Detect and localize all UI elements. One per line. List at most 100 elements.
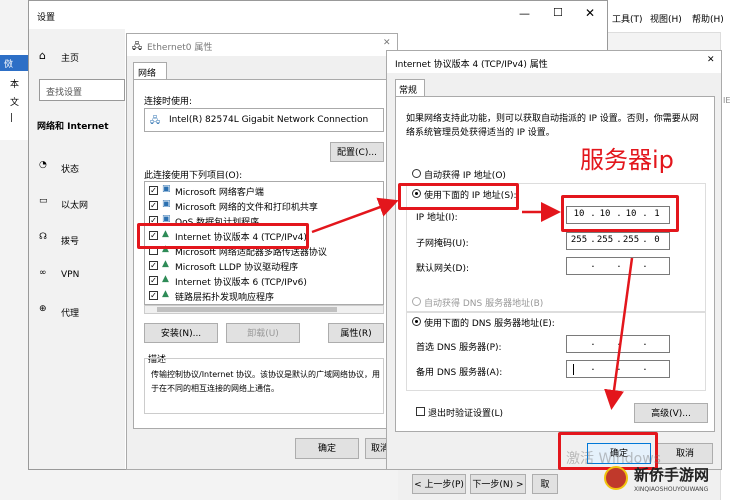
explorer-menubar: 工具(T) 视图(H) 帮助(H)	[600, 0, 735, 33]
ipv4-tab-label: 常规	[399, 86, 418, 96]
list-item[interactable]: ✓ ▣ Microsoft 网络客户端	[149, 184, 379, 198]
list-item[interactable]: ✓ ▲ Microsoft LLDP 协议驱动程序	[149, 259, 379, 273]
dns2-field[interactable]: . . .	[566, 360, 670, 378]
explorer-cut-label: 傚	[4, 60, 14, 70]
status-icon: ◔	[39, 160, 47, 170]
settings-title: 设置	[37, 13, 56, 23]
settings-item-dialup[interactable]: 拨号	[61, 234, 79, 247]
close-icon[interactable]: ✕	[585, 6, 595, 20]
gw-dot: .	[642, 260, 648, 270]
eth-titlebar: 🖧 Ethernet0 属性 ✕	[127, 34, 397, 56]
dns1-field[interactable]: . . .	[566, 335, 670, 353]
explorer-left-label-3: |	[10, 113, 14, 123]
wizard-cancel-button[interactable]: 取	[532, 474, 558, 494]
logo-subtext: XINQIAOSHOUYOUWANG	[634, 486, 709, 493]
ethernet-icon: ▭	[39, 196, 48, 206]
explorer-selected-item[interactable]: 傚	[0, 55, 28, 71]
item-icon: ▲	[162, 274, 169, 284]
highlight-ipv4-item	[137, 223, 309, 249]
ipv4-tab-general[interactable]: 常规	[395, 79, 425, 97]
item-checkbox[interactable]: ✓	[149, 276, 158, 285]
ipv4-title: Internet 协议版本 4 (TCP/IPv4) 属性	[395, 60, 548, 70]
dns1-dot: .	[642, 338, 648, 348]
auto-ip-radio[interactable]	[412, 169, 421, 178]
minimize-icon[interactable]: —	[519, 7, 530, 20]
gw-dot: .	[616, 260, 622, 270]
settings-item-proxy[interactable]: 代理	[61, 306, 79, 319]
items-label: 此连接使用下列项目(O):	[144, 171, 243, 181]
vpn-icon: ∞	[39, 268, 47, 278]
item-icon: ▲	[162, 289, 169, 299]
menu-view[interactable]: 视图(H)	[650, 12, 682, 25]
next-button[interactable]: 下一步(N) >	[470, 474, 526, 494]
highlight-manual-ip	[398, 183, 519, 210]
connect-using-label: 连接时使用:	[144, 97, 193, 107]
dns2-label: 备用 DNS 服务器(A):	[416, 368, 503, 378]
item-icon: ▲	[162, 259, 169, 269]
item-checkbox[interactable]: ✓	[149, 201, 158, 210]
settings-item-status[interactable]: 状态	[61, 162, 79, 175]
settings-search-input[interactable]: 查找设置	[39, 79, 125, 101]
configure-button[interactable]: 配置(C)...	[330, 142, 384, 162]
list-item[interactable]: ✓ ▣ Microsoft 网络的文件和打印机共享	[149, 199, 379, 213]
auto-dns-radio	[412, 297, 421, 306]
dns1-dot: .	[590, 338, 596, 348]
properties-button[interactable]: 属性(R)	[328, 323, 384, 343]
ipv4-cancel-button[interactable]: 取消	[657, 443, 713, 464]
item-label: Microsoft 网络的文件和打印机共享	[175, 203, 318, 213]
manual-dns-label[interactable]: 使用下面的 DNS 服务器地址(E):	[424, 316, 555, 329]
gw-dot: .	[590, 260, 596, 270]
items-hscrollbar[interactable]	[144, 305, 384, 314]
maximize-icon[interactable]: ☐	[553, 6, 563, 19]
item-label: Microsoft LLDP 协议驱动程序	[175, 263, 299, 273]
settings-item-ethernet[interactable]: 以太网	[61, 198, 88, 211]
auto-ip-label[interactable]: 自动获得 IP 地址(O)	[424, 168, 506, 181]
list-item[interactable]: ✓ ▲ Internet 协议版本 6 (TCP/IPv6)	[149, 274, 379, 288]
settings-section-title: 网络和 Internet	[37, 122, 109, 132]
description-box: 传输控制协议/Internet 协议。该协议是默认的广域网络协议，用 于在不同的…	[144, 358, 384, 414]
explorer-right-panel: IE	[720, 32, 735, 500]
eth-tab-panel: 连接时使用: 🖧 Intel(R) 82574L Gigabit Network…	[133, 79, 391, 429]
dialup-icon: ☊	[39, 232, 47, 242]
menu-tools[interactable]: 工具(T)	[612, 12, 643, 25]
item-checkbox[interactable]: ✓	[149, 291, 158, 300]
menu-help[interactable]: 帮助(H)	[692, 12, 724, 25]
mask-octet-4: 0	[654, 235, 660, 245]
install-button[interactable]: 安装(N)...	[144, 323, 218, 343]
eth-ok-button[interactable]: 确定	[295, 438, 359, 459]
annotation-server-ip: 服务器ip	[580, 146, 674, 174]
subnet-mask-label: 子网掩码(U):	[416, 239, 469, 249]
ethernet-properties-dialog: 🖧 Ethernet0 属性 ✕ 网络 连接时使用: 🖧 Intel(R) 82…	[126, 33, 398, 470]
highlight-ip-field	[561, 195, 679, 232]
description-text-1: 传输控制协议/Internet 协议。该协议是默认的广域网络协议，用	[151, 370, 381, 379]
ip-address-label: IP 地址(I):	[416, 213, 458, 223]
settings-sidebar: ⌂ 主页 查找设置 网络和 Internet ◔ 状态 ▭ 以太网 ☊ 拨号 ∞…	[29, 29, 125, 469]
settings-home[interactable]: 主页	[61, 51, 79, 64]
item-checkbox[interactable]: ✓	[149, 261, 158, 270]
item-label: Internet 协议版本 6 (TCP/IPv6)	[175, 278, 307, 288]
hscroll-thumb[interactable]	[157, 307, 337, 312]
validate-label[interactable]: 退出时验证设置(L)	[428, 406, 503, 419]
validate-checkbox[interactable]	[416, 407, 425, 416]
home-icon: ⌂	[39, 49, 46, 62]
ipv4-close-icon[interactable]: ✕	[707, 55, 715, 65]
eth-close-icon[interactable]: ✕	[383, 38, 391, 48]
item-icon: ▣	[162, 199, 171, 209]
list-item[interactable]: ✓ ▲ 链路层拓扑发现响应程序	[149, 289, 379, 303]
gateway-field[interactable]: . . .	[566, 257, 670, 275]
text-cursor	[573, 364, 574, 375]
auto-dns-label: 自动获得 DNS 服务器地址(B)	[424, 299, 544, 309]
item-checkbox[interactable]: ✓	[149, 186, 158, 195]
eth-tab-network[interactable]: 网络	[133, 62, 167, 80]
subnet-mask-field[interactable]: 255 . 255 . 255 . 0	[566, 232, 670, 250]
prev-button[interactable]: < 上一步(P)	[412, 474, 466, 494]
settings-item-vpn[interactable]: VPN	[61, 270, 79, 280]
item-icon: ▣	[162, 184, 171, 194]
explorer-left-strip: 傚 本 文 |	[0, 50, 28, 140]
dns1-dot: .	[616, 338, 622, 348]
dns2-dot: .	[642, 363, 648, 373]
adapter-name: Intel(R) 82574L Gigabit Network Connecti…	[169, 115, 369, 125]
item-label: 链路层拓扑发现响应程序	[175, 293, 275, 303]
manual-dns-radio[interactable]	[412, 317, 421, 326]
advanced-button[interactable]: 高级(V)...	[634, 403, 708, 423]
